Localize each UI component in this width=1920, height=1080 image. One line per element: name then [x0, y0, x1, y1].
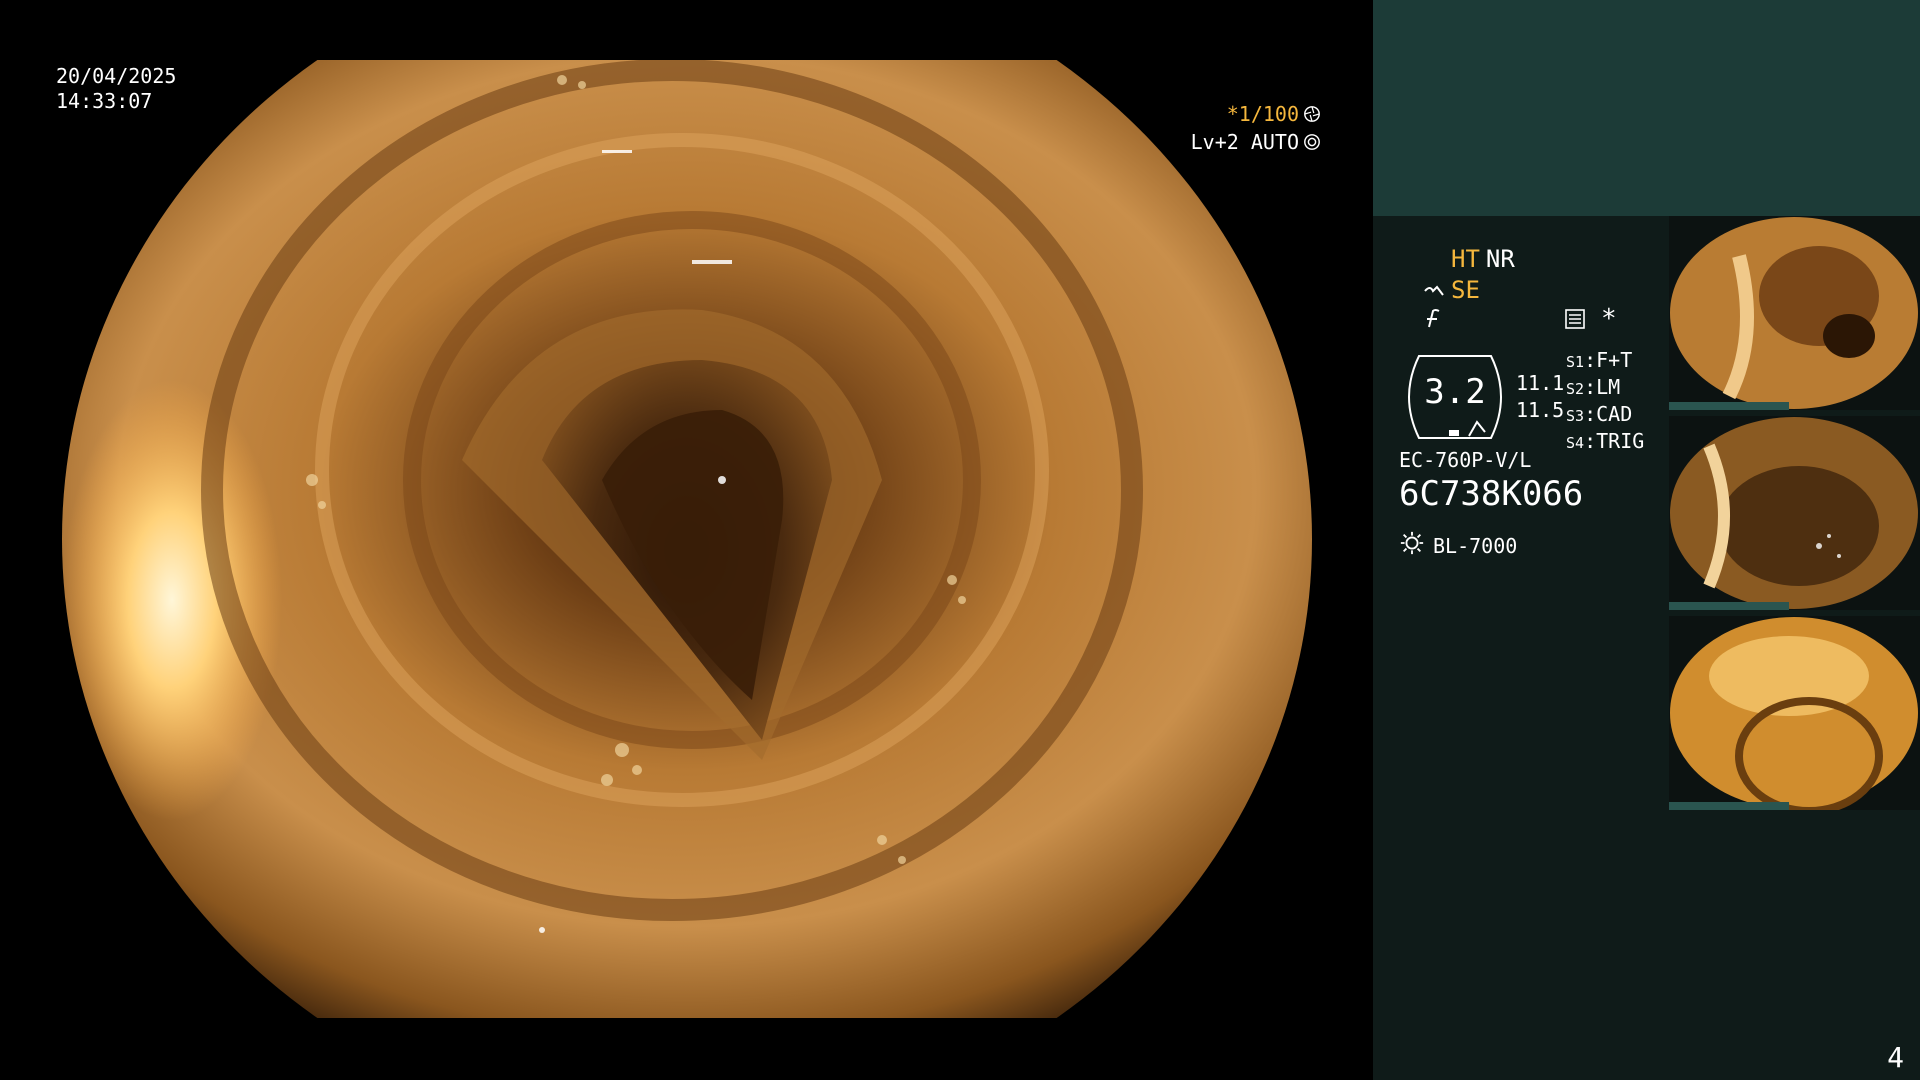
scene-button-s4[interactable]: S4:TRIG	[1566, 429, 1644, 456]
date-label: 20/04/2025	[56, 64, 177, 88]
status-panel: HT NR SE * 3.2 11.1 11.5 S1:F+T S2:LM S3…	[1373, 0, 1920, 1080]
panel-header-block	[1373, 0, 1920, 216]
date-time-readout: 20/04/2025 14:33:07	[56, 64, 176, 114]
zoom-subvalues: 11.1 11.5	[1516, 370, 1564, 424]
capture-thumbnails	[1669, 216, 1920, 816]
nr-label: NR	[1485, 245, 1515, 273]
light-source: BL-7000	[1399, 530, 1517, 561]
zoom-sub-1: 11.1	[1516, 371, 1565, 395]
asterisk-icon: *	[1601, 304, 1617, 334]
scene-button-s2[interactable]: S2:LM	[1566, 375, 1644, 402]
shutter-icon	[1303, 102, 1321, 122]
imaging-status: HT NR SE	[1423, 244, 1515, 328]
zoom-sub-2: 11.5	[1516, 398, 1565, 422]
thumbnail-1[interactable]	[1669, 216, 1920, 410]
zoom-value: 3.2	[1424, 372, 1486, 412]
thumbnail-2[interactable]	[1669, 416, 1920, 610]
level-label: Lv+2	[1190, 130, 1239, 154]
ht-label: HT	[1451, 245, 1480, 273]
thumbnail-3[interactable]	[1669, 616, 1920, 810]
mode-label: AUTO	[1250, 130, 1299, 154]
time-label: 14:33:07	[56, 89, 153, 113]
shutter-speed: *1/100	[1226, 102, 1299, 126]
color-enhance-icon	[1423, 306, 1445, 328]
light-source-icon	[1399, 530, 1425, 561]
scene-button-s1[interactable]: S1:F+T	[1566, 348, 1644, 375]
endoscope-video-area: 20/04/2025 14:33:07 *1/100 Lv+2 AUTO	[0, 0, 1373, 1080]
endoscopic-image	[62, 60, 1312, 1018]
iris-icon	[1303, 130, 1321, 150]
zoom-badge: 3.2	[1399, 352, 1511, 442]
settings-menu-icon[interactable]	[1564, 308, 1586, 330]
scope-model: EC-760P-V/L	[1399, 448, 1532, 472]
light-source-label: BL-7000	[1433, 533, 1518, 558]
scene-button-s3[interactable]: S3:CAD	[1566, 402, 1644, 429]
exposure-info: *1/100 Lv+2 AUTO	[1191, 100, 1321, 156]
structure-enhance-icon	[1423, 280, 1445, 302]
page-number: 4	[1887, 1041, 1904, 1074]
se-label: SE	[1451, 276, 1480, 304]
scope-serial: 6C738K066	[1399, 474, 1584, 514]
scene-button-list: S1:F+T S2:LM S3:CAD S4:TRIG	[1566, 348, 1644, 456]
